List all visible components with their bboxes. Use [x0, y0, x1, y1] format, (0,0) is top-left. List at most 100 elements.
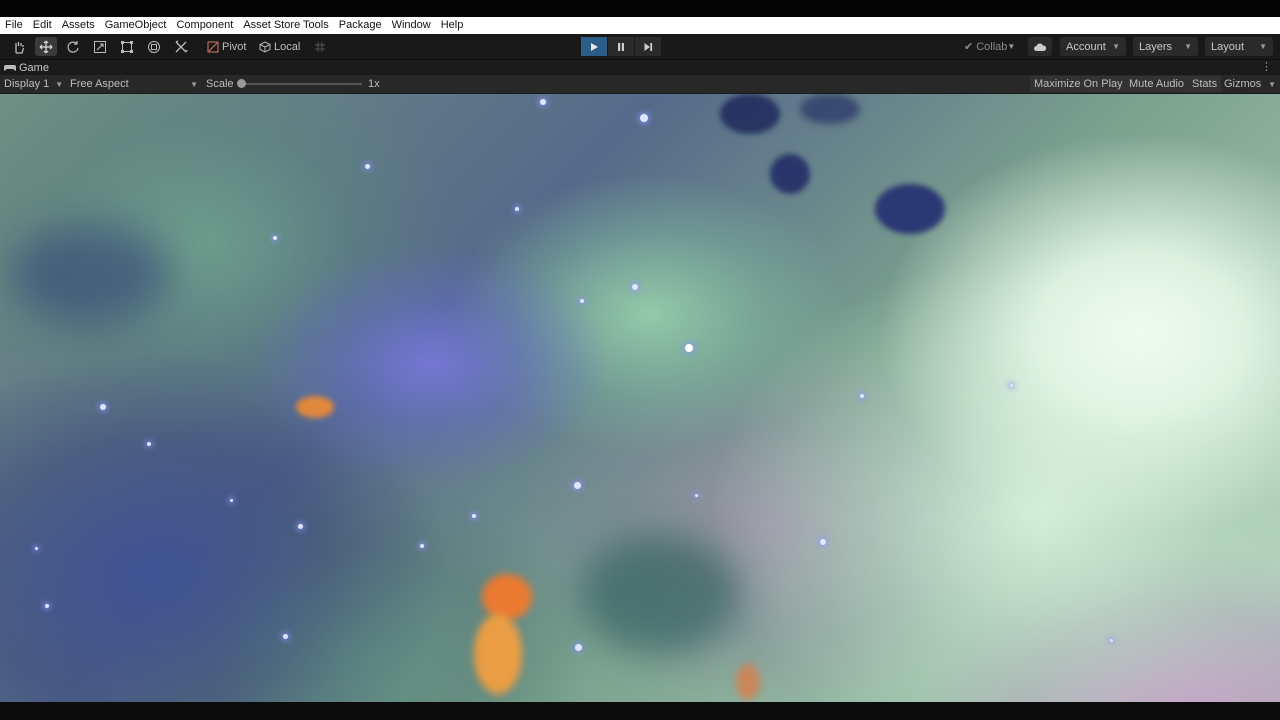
hand-tool-icon[interactable]	[8, 37, 30, 56]
account-label: Account	[1066, 40, 1106, 53]
menu-asset-store-tools[interactable]: Asset Store Tools	[238, 17, 333, 34]
cloud-icon	[1034, 43, 1047, 51]
scale-value: 1x	[368, 78, 380, 90]
menu-component[interactable]: Component	[171, 17, 238, 34]
step-button[interactable]	[635, 37, 661, 56]
gamepad-icon	[4, 64, 16, 71]
star	[860, 394, 864, 398]
nebula-shadow	[10, 224, 170, 324]
scale-tool-icon[interactable]	[89, 37, 111, 56]
aspect-label: Free Aspect	[70, 78, 129, 90]
chevron-down-icon: ▼	[1268, 79, 1276, 89]
letterbox-top	[0, 0, 1280, 17]
pivot-label: Pivot	[222, 40, 247, 53]
main-toolbar: Pivot Local ✔ Collab ▼ Account ▼ Layers …	[0, 34, 1280, 60]
grid-snap-toggle[interactable]	[314, 37, 326, 56]
fire-particle	[482, 574, 532, 620]
star	[820, 539, 826, 545]
tab-menu-icon[interactable]: ⋮	[1261, 60, 1272, 75]
star	[230, 499, 233, 502]
letterbox-bottom	[0, 702, 1280, 720]
aspect-dropdown[interactable]: Free Aspect ▼	[70, 75, 198, 93]
star	[365, 164, 370, 169]
chevron-down-icon: ▼	[1259, 42, 1267, 51]
layout-dropdown[interactable]: Layout ▼	[1205, 37, 1273, 56]
game-viewport[interactable]	[0, 94, 1280, 702]
scale-slider-track[interactable]	[240, 83, 362, 85]
display-label: Display 1	[4, 78, 50, 90]
star	[283, 634, 288, 639]
play-button[interactable]	[581, 37, 607, 56]
menu-edit[interactable]: Edit	[28, 17, 57, 34]
pivot-icon	[207, 41, 219, 52]
menu-bar: File Edit Assets GameObject Component As…	[0, 17, 1280, 34]
playback-controls	[581, 37, 661, 56]
star	[695, 494, 698, 497]
pause-icon	[618, 42, 624, 51]
gizmos-dropdown[interactable]: Gizmos ▼	[1224, 75, 1276, 93]
asteroid-fragment	[770, 154, 810, 194]
star	[100, 404, 106, 410]
tab-game[interactable]: Game	[4, 60, 49, 75]
star	[147, 442, 151, 446]
game-tab-bar: Game ⋮	[0, 60, 1280, 75]
collab-label: Collab	[976, 40, 1008, 53]
chevron-down-icon: ▼	[1007, 42, 1016, 51]
stats-toggle[interactable]: Stats	[1188, 76, 1222, 92]
local-toggle[interactable]: Local	[259, 37, 300, 56]
chevron-down-icon: ▼	[190, 79, 198, 89]
layout-label: Layout	[1211, 40, 1245, 53]
nebula-shadow	[580, 534, 740, 654]
star	[580, 299, 584, 303]
star	[640, 114, 648, 122]
star	[574, 482, 581, 489]
pause-button[interactable]	[608, 37, 634, 56]
menu-gameobject[interactable]: GameObject	[100, 17, 172, 34]
custom-tool-icon[interactable]	[170, 37, 192, 56]
menu-file[interactable]: File	[0, 17, 28, 34]
star	[1110, 639, 1113, 642]
menu-help[interactable]: Help	[436, 17, 469, 34]
gizmos-label: Gizmos	[1224, 78, 1262, 90]
rotate-tool-icon[interactable]	[62, 37, 84, 56]
fire-particle	[474, 614, 522, 694]
asteroid-fragment	[720, 94, 780, 134]
asteroid-fragment	[800, 94, 860, 124]
chevron-down-icon: ▼	[1112, 42, 1120, 51]
layers-dropdown[interactable]: Layers ▼	[1133, 37, 1198, 56]
scale-label: Scale	[206, 78, 234, 90]
tab-game-label: Game	[19, 61, 49, 74]
local-label: Local	[274, 40, 301, 53]
scale-slider-handle[interactable]	[237, 79, 246, 88]
collab-dropdown[interactable]: ✔ Collab ▼	[958, 37, 1018, 56]
account-dropdown[interactable]: Account ▼	[1060, 37, 1126, 56]
star	[273, 236, 277, 240]
star	[35, 547, 38, 550]
game-view-toolbar: Display 1 ▼ Free Aspect ▼ Scale 1x Maxim…	[0, 75, 1280, 94]
star	[515, 207, 519, 211]
menu-package[interactable]: Package	[334, 17, 387, 34]
menu-window[interactable]: Window	[387, 17, 436, 34]
chevron-down-icon: ▼	[1184, 42, 1192, 51]
cloud-button[interactable]	[1028, 37, 1052, 56]
collab-check-icon: ✔	[964, 41, 974, 53]
fire-particle	[296, 396, 334, 418]
transform-tool-icon[interactable]	[143, 37, 165, 56]
menu-assets[interactable]: Assets	[57, 17, 100, 34]
star	[472, 514, 476, 518]
fire-particle	[736, 664, 760, 700]
star	[45, 604, 49, 608]
maximize-on-play-toggle[interactable]: Maximize On Play	[1030, 76, 1127, 92]
mute-audio-toggle[interactable]: Mute Audio	[1125, 76, 1189, 92]
rect-tool-icon[interactable]	[116, 37, 138, 56]
asteroid-fragment	[875, 184, 945, 234]
chevron-down-icon: ▼	[55, 79, 64, 89]
move-tool-icon[interactable]	[35, 37, 57, 56]
star	[1010, 384, 1013, 387]
display-dropdown[interactable]: Display 1 ▼	[4, 75, 64, 93]
pivot-toggle[interactable]: Pivot	[207, 37, 246, 56]
star	[540, 99, 546, 105]
layers-label: Layers	[1139, 40, 1173, 53]
step-icon	[644, 42, 653, 51]
grid-icon	[315, 41, 325, 52]
